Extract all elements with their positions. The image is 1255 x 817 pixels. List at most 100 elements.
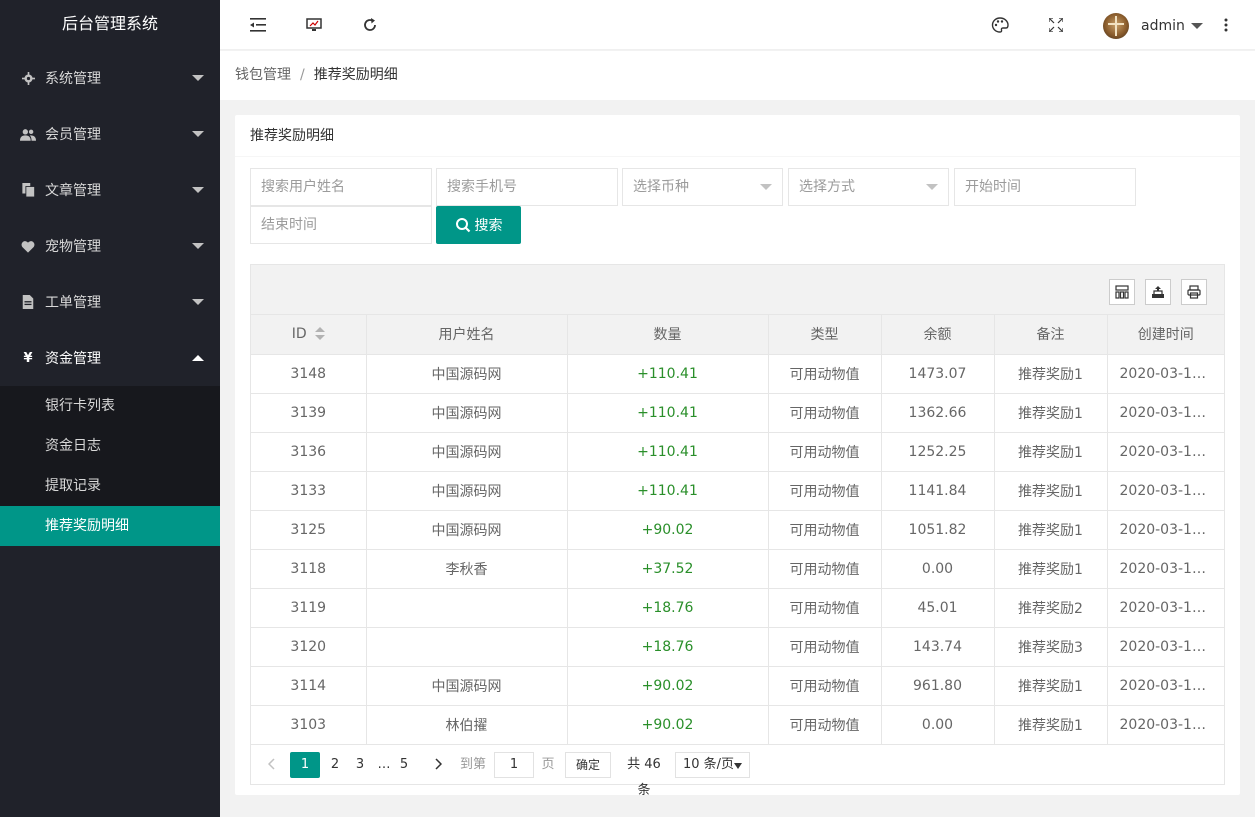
- method-select[interactable]: 选择方式: [788, 168, 949, 206]
- breadcrumb-parent[interactable]: 钱包管理: [235, 67, 291, 83]
- breadcrumb-separator: /: [300, 67, 305, 83]
- cell-id: 3125: [251, 510, 367, 550]
- yen-icon: ¥: [23, 350, 33, 366]
- cell-amount: +110.41: [567, 432, 769, 472]
- username-search-input[interactable]: [250, 168, 432, 206]
- cell-amount: +90.02: [567, 510, 769, 550]
- next-page-icon[interactable]: [429, 752, 447, 778]
- cell-amount: +110.41: [567, 471, 769, 511]
- table-row[interactable]: 3120 +18.76可用动物值143.74推荐奖励32020-03-17 17:…: [251, 627, 1224, 667]
- page-title: 推荐奖励明细: [235, 115, 1240, 157]
- table-row[interactable]: 3139 中国源码网 +110.41 可用动物值 1362.66 推荐奖励1 2020-03…: [251, 393, 1224, 433]
- cell-remark: 推荐奖励1: [994, 705, 1108, 745]
- table-row[interactable]: 3125 中国源码网 +90.02 可用动物值 1051.82 推荐奖励1 2020-03-…: [251, 510, 1224, 550]
- start-time-input[interactable]: [954, 168, 1136, 206]
- chevron-down-icon: [192, 299, 204, 305]
- cell-id: 3139: [251, 393, 367, 433]
- page-number[interactable]: 3: [350, 752, 370, 778]
- table-row[interactable]: 3148 中国源码网 +110.41 可用动物值 1473.07 推荐奖励1 2020-03…: [251, 354, 1224, 394]
- cell-type: 可用动物值: [768, 510, 882, 550]
- cell-username: 中国源码网: [366, 354, 568, 394]
- sidebar-item-label: 系统管理: [45, 71, 101, 87]
- cell-amount: +90.02: [567, 705, 769, 745]
- column-header-id[interactable]: ID: [251, 315, 367, 355]
- theme-palette-icon[interactable]: [990, 15, 1010, 35]
- export-icon[interactable]: [1145, 279, 1171, 305]
- avatar: [1103, 13, 1129, 39]
- user-menu[interactable]: admin: [1103, 12, 1203, 40]
- cell-amount: +110.41: [567, 354, 769, 394]
- cell-remark: 推荐奖励1: [994, 354, 1108, 394]
- cell-amount: +90.02: [567, 666, 769, 706]
- pagination: 1 2 3 … 5 到第 1 页 确定 共 46 条 10 条/页: [251, 745, 1224, 798]
- goto-page-input[interactable]: 1: [494, 751, 534, 778]
- table-row[interactable]: 3119 +18.76可用动物值45.01推荐奖励22020-03-17 17:1…: [251, 588, 1224, 628]
- cell-balance: 1362.66: [881, 393, 995, 433]
- cell-remark: 推荐奖励1: [994, 510, 1108, 550]
- column-filter-icon[interactable]: [1109, 279, 1135, 305]
- collapse-menu-icon[interactable]: [248, 15, 268, 35]
- sidebar: 后台管理系统 系统管理 会员管理 文章管理 宠物管理 工单管理 ¥ 资金管理 银…: [0, 0, 220, 817]
- cell-amount: +18.76: [567, 627, 769, 667]
- table-row[interactable]: 3136 中国源码网 +110.41 可用动物值 1252.25 推荐奖励1 2020-03…: [251, 432, 1224, 472]
- column-header-type: 类型: [768, 315, 882, 355]
- cell-id: 3118: [251, 549, 367, 589]
- page-number[interactable]: 1: [290, 751, 320, 778]
- chevron-down-icon: [192, 75, 204, 81]
- sidebar-item-tickets[interactable]: 工单管理: [0, 274, 220, 330]
- cell-id: 3119: [251, 588, 367, 628]
- confirm-page-button[interactable]: 确定: [565, 751, 611, 778]
- app-title: 后台管理系统: [61, 14, 158, 33]
- prev-page-icon[interactable]: [263, 752, 281, 778]
- page-ellipsis: …: [377, 756, 391, 772]
- sidebar-item-withdrawals[interactable]: 提取记录: [0, 466, 220, 506]
- currency-select-label: 选择币种: [633, 179, 689, 195]
- cell-id: 3120: [251, 627, 367, 667]
- sidebar-item-articles[interactable]: 文章管理: [0, 162, 220, 218]
- sidebar-item-pets[interactable]: 宠物管理: [0, 218, 220, 274]
- user-name: admin: [1141, 18, 1185, 34]
- table-row[interactable]: 3103 林伯擢 +90.02 可用动物值 0.00 推荐奖励1 2020-03-17 17…: [251, 705, 1224, 745]
- monitor-icon[interactable]: [304, 15, 324, 35]
- refresh-icon[interactable]: [360, 15, 380, 35]
- more-vertical-icon[interactable]: [1216, 15, 1236, 35]
- chevron-down-icon: [1190, 23, 1203, 29]
- cell-created: 2020-03-17 17:10:33: [1107, 393, 1224, 433]
- sidebar-item-referral-rewards[interactable]: 推荐奖励明细: [0, 506, 220, 546]
- chevron-down-icon: [192, 243, 204, 249]
- table-toolbar: [251, 265, 1224, 315]
- end-time-input[interactable]: [250, 206, 432, 244]
- cell-remark: 推荐奖励3: [994, 627, 1108, 667]
- top-header: admin: [220, 0, 1255, 50]
- method-select-label: 选择方式: [799, 179, 855, 195]
- per-page-select[interactable]: 10 条/页: [675, 751, 750, 778]
- page-unit-label: 页: [541, 756, 555, 772]
- sidebar-item-bank-cards[interactable]: 银行卡列表: [0, 386, 220, 426]
- sort-icon[interactable]: [314, 327, 325, 341]
- cell-amount: +37.52: [567, 549, 769, 589]
- page-number[interactable]: 2: [320, 752, 350, 778]
- cell-username: 林伯擢: [366, 705, 568, 745]
- sidebar-item-fund-log[interactable]: 资金日志: [0, 426, 220, 466]
- table-row[interactable]: 3114 中国源码网 +90.02 可用动物值 961.80 推荐奖励1 2020-03-1…: [251, 666, 1224, 706]
- sidebar-item-funds[interactable]: ¥ 资金管理: [0, 330, 220, 386]
- print-icon[interactable]: [1181, 279, 1207, 305]
- phone-search-input[interactable]: [436, 168, 618, 206]
- caret-down-icon: [734, 762, 742, 769]
- cell-created: 2020-03-17 17:10:33: [1107, 432, 1224, 472]
- table-row[interactable]: 3118 李秋香 +37.52 可用动物值 0.00 推荐奖励1 2020-03-17 17…: [251, 549, 1224, 589]
- cell-type: 可用动物值: [768, 705, 882, 745]
- sidebar-item-label: 资金管理: [45, 351, 101, 367]
- page-number[interactable]: 5: [394, 752, 414, 778]
- breadcrumb-current: 推荐奖励明细: [313, 67, 398, 83]
- search-button[interactable]: 搜索: [436, 206, 521, 244]
- fullscreen-icon[interactable]: [1046, 15, 1066, 35]
- chevron-down-icon: [926, 184, 938, 190]
- cell-username: 中国源码网: [366, 393, 568, 433]
- table-row[interactable]: 3133 中国源码网 +110.41 可用动物值 1141.84 推荐奖励1 2020-03…: [251, 471, 1224, 511]
- sidebar-item-system[interactable]: 系统管理: [0, 50, 220, 106]
- cell-username: 李秋香: [366, 549, 568, 589]
- cell-created: 2020-03-17 17:10:33: [1107, 354, 1224, 394]
- sidebar-item-members[interactable]: 会员管理: [0, 106, 220, 162]
- currency-select[interactable]: 选择币种: [622, 168, 783, 206]
